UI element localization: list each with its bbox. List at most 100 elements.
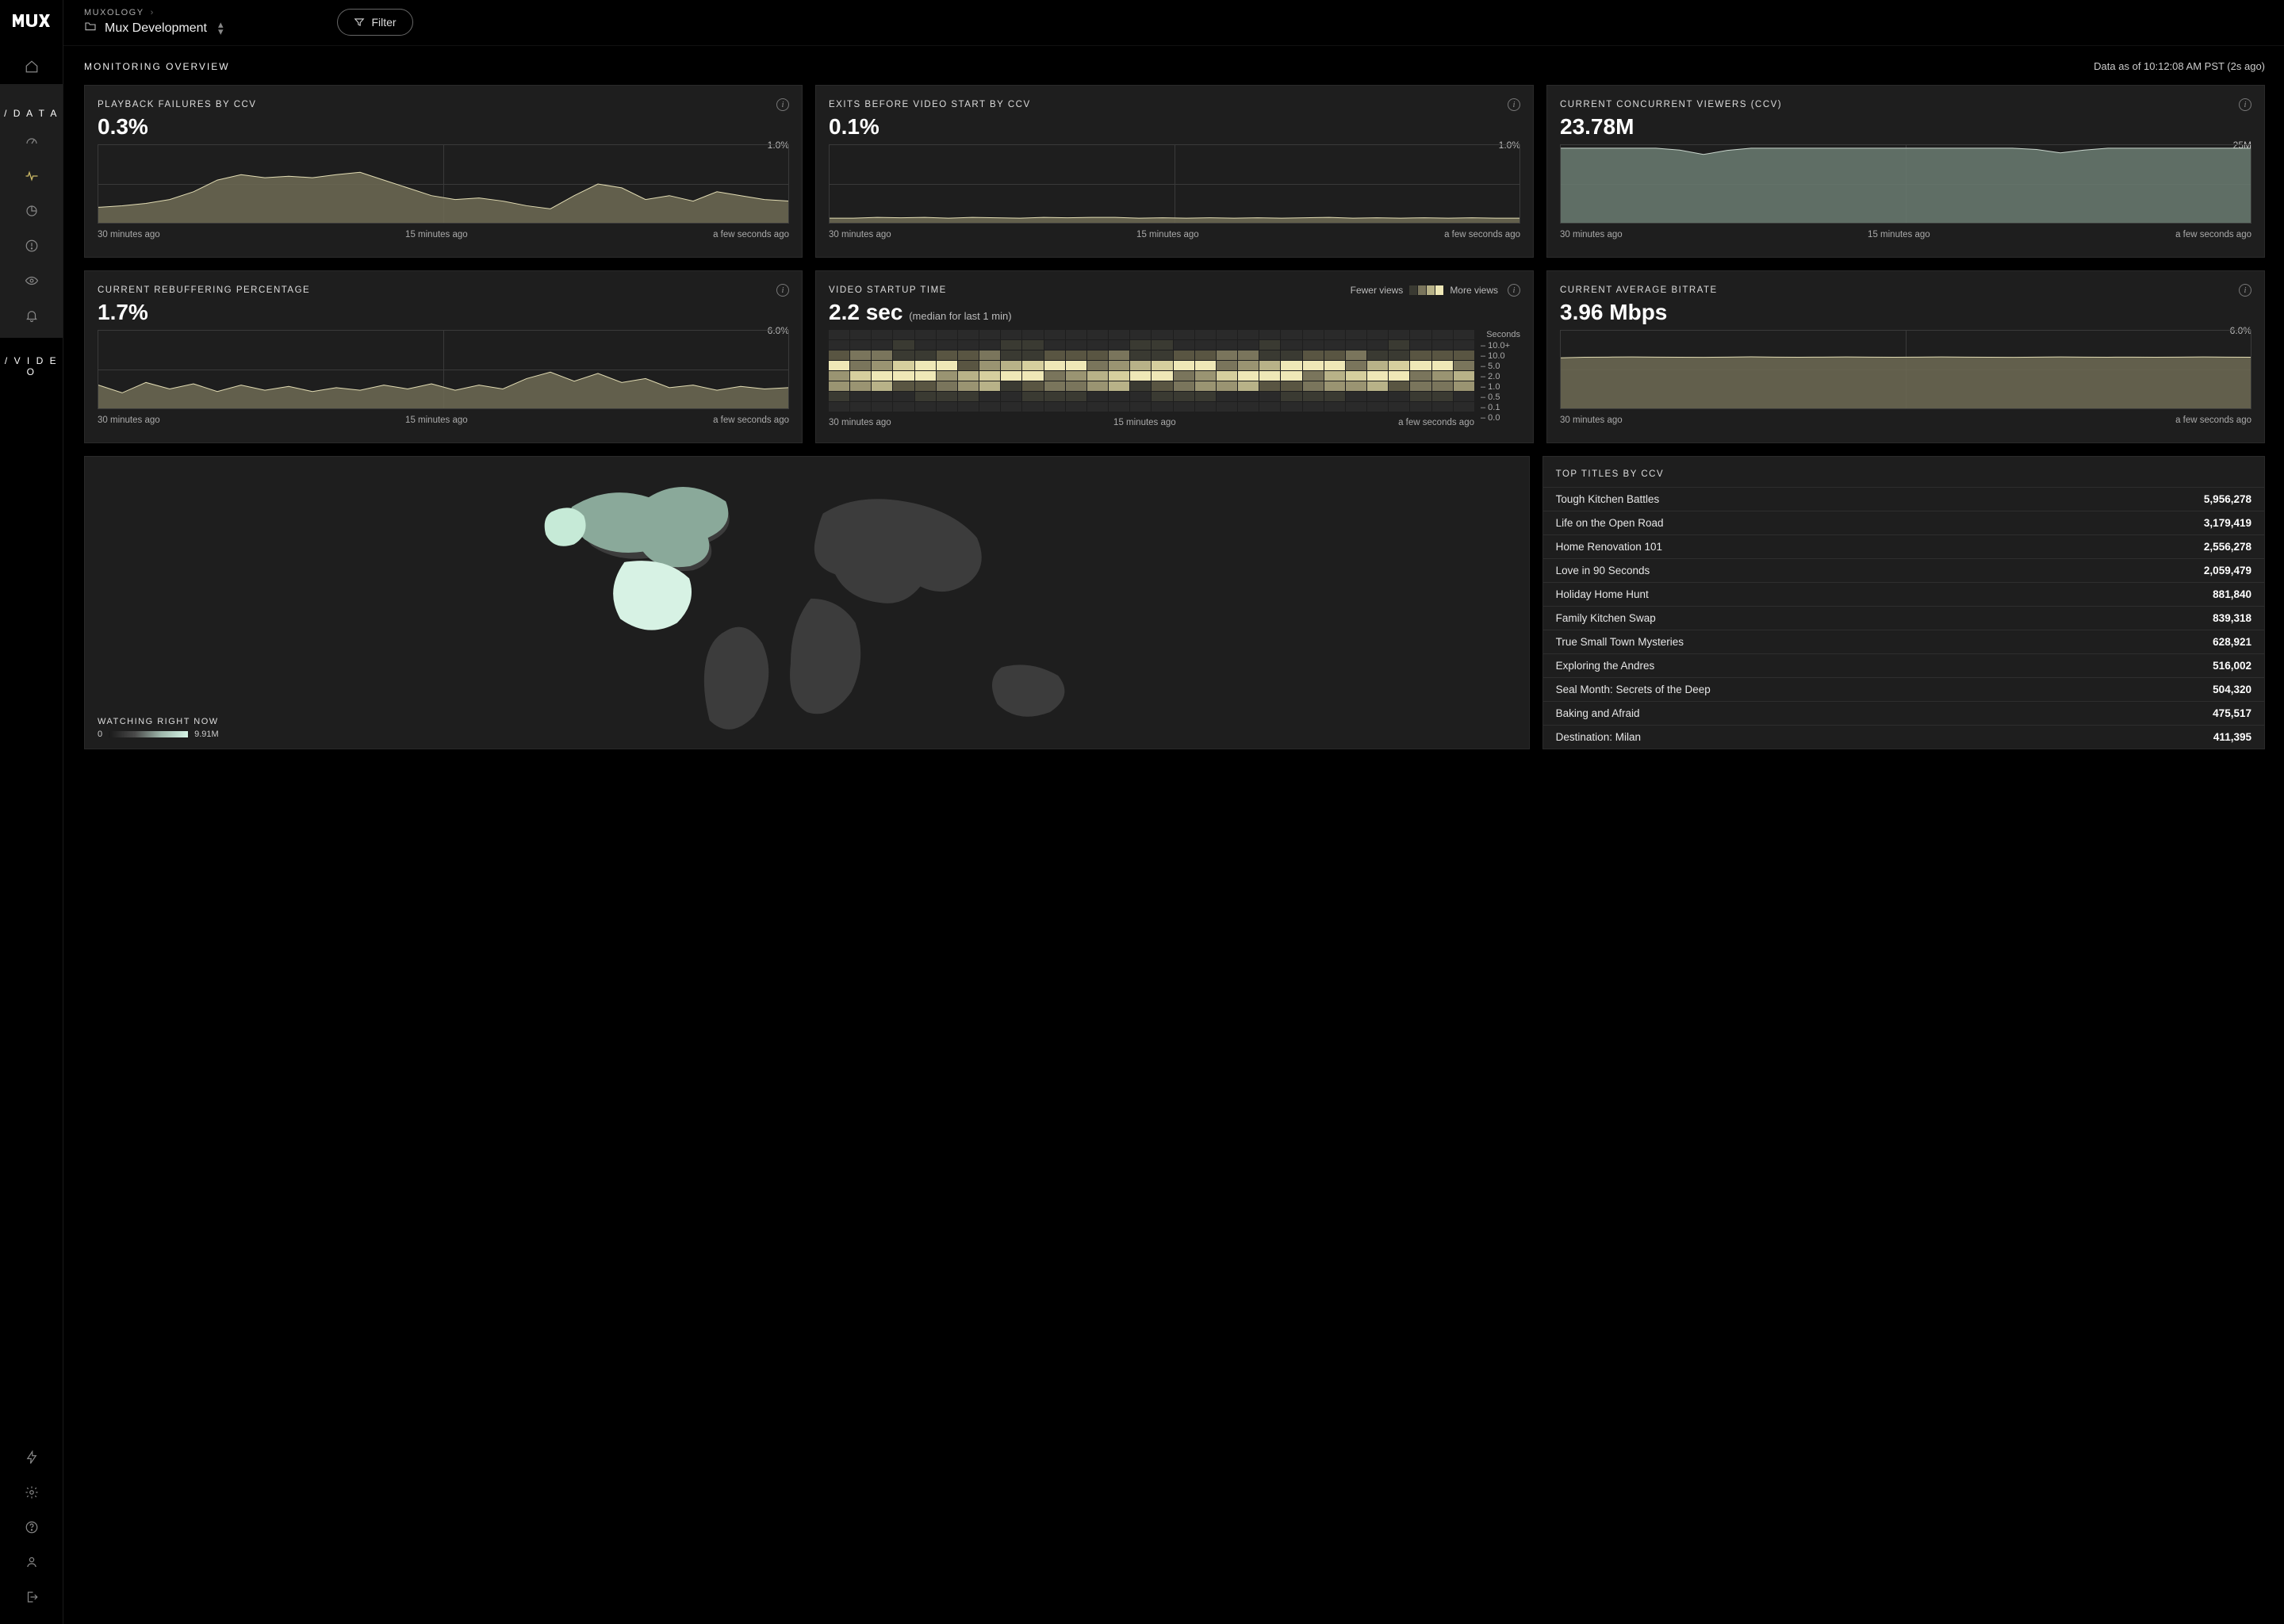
nav-section-video: / V I D E O [0,355,63,377]
sidebar: / D A T A / V I D E O [0,0,63,1624]
filter-label: Filter [371,16,396,29]
title-name: Exploring the Andres [1556,660,1655,672]
title-row[interactable]: Exploring the Andres 516,002 [1543,653,2264,677]
xlabel: 30 minutes ago [1560,416,1623,425]
nav-logout[interactable] [0,1580,63,1614]
title-name: Home Renovation 101 [1556,541,1662,553]
title-count: 2,059,479 [2204,565,2251,576]
title-row[interactable]: Baking and Afraid 475,517 [1543,701,2264,725]
legend-label: Fewer views [1351,285,1404,296]
title-name: Holiday Home Hunt [1556,588,1649,600]
card-value: 0.3% [98,114,789,140]
card-title: VIDEO STARTUP TIME [829,285,947,295]
title-name: Baking and Afraid [1556,707,1640,719]
card-rebuffer[interactable]: CURRENT REBUFFERING PERCENTAGE i 1.7% 6.… [84,270,803,443]
folder-icon [84,21,97,36]
info-icon[interactable]: i [1508,98,1520,111]
card-title: CURRENT CONCURRENT VIEWERS (CCV) [1560,100,1782,109]
nav-views[interactable] [0,263,63,298]
title-name: Destination: Milan [1556,731,1641,743]
title-name: Family Kitchen Swap [1556,612,1656,624]
card-value: 0.1% [829,114,1520,140]
title-count: 5,956,278 [2204,493,2251,505]
xlabel: 15 minutes ago [405,416,468,425]
breadcrumb-org: MUXOLOGY [84,8,144,17]
title-count: 475,517 [2213,707,2251,719]
card-title: CURRENT REBUFFERING PERCENTAGE [98,285,310,295]
heatmap-y-title: Seconds [1481,330,1520,339]
filter-button[interactable]: Filter [337,9,412,36]
title-count: 411,395 [2213,731,2251,743]
breadcrumb[interactable]: MUXOLOGY › [84,8,223,17]
card-value: 2.2 sec (median for last 1 min) [829,300,1520,325]
title-row[interactable]: Holiday Home Hunt 881,840 [1543,582,2264,606]
nav-help[interactable] [0,1510,63,1545]
card-top-titles: TOP TITLES BY CCV Tough Kitchen Battles 5… [1542,456,2265,749]
title-count: 839,318 [2213,612,2251,624]
title-row[interactable]: True Small Town Mysteries628,921 [1543,630,2264,653]
card-ccv[interactable]: CURRENT CONCURRENT VIEWERS (CCV) i 23.78… [1546,85,2265,258]
title-name: Tough Kitchen Battles [1556,493,1660,505]
nav-bell[interactable] [0,298,63,333]
xlabel: 15 minutes ago [405,230,468,239]
nav-monitoring[interactable] [0,159,63,193]
brand-logo [13,14,51,27]
card-world-map[interactable]: WATCHING RIGHT NOW 0 9.91M [84,456,1530,749]
card-playback-failures[interactable]: PLAYBACK FAILURES BY CCV i 0.3% 1.0% 30 … [84,85,803,258]
title-row[interactable]: Love in 90 Seconds 2,059,479 [1543,558,2264,582]
nav-lightning[interactable] [0,1440,63,1475]
heatmap-legend: Fewer views More views i [1351,284,1520,297]
title-count: 881,840 [2213,588,2251,600]
info-icon[interactable]: i [2239,98,2251,111]
nav-settings[interactable] [0,1475,63,1510]
nav-account[interactable] [0,1545,63,1580]
title-count: 3,179,419 [2204,517,2251,529]
chart [829,144,1520,224]
title-count: 516,002 [2213,660,2251,672]
environment-selector[interactable]: Mux Development ▴▾ [84,21,223,36]
nav-alerts-circle[interactable] [0,228,63,263]
card-title: TOP TITLES BY CCV [1556,469,2251,479]
xlabel: 30 minutes ago [1560,230,1623,239]
title-row[interactable]: Life on the Open Road3,179,419 [1543,511,2264,534]
info-icon[interactable]: i [2239,284,2251,297]
page-title: MONITORING OVERVIEW [84,61,230,72]
card-startup-time[interactable]: VIDEO STARTUP TIME Fewer views More view… [815,270,1534,443]
data-asof: Data as of 10:12:08 AM PST (2s ago) [2094,60,2265,72]
environment-name: Mux Development [105,21,207,36]
xlabel: 15 minutes ago [1868,230,1930,239]
card-bitrate[interactable]: CURRENT AVERAGE BITRATE i 3.96 Mbps 6.0%… [1546,270,2265,443]
nav-home[interactable] [0,49,63,84]
card-title: EXITS BEFORE VIDEO START BY CCV [829,100,1031,109]
card-title: PLAYBACK FAILURES BY CCV [98,100,256,109]
map-title: WATCHING RIGHT NOW [98,717,219,726]
card-value: 23.78M [1560,114,2251,140]
updown-icon: ▴▾ [218,21,224,35]
card-exits-before-start[interactable]: EXITS BEFORE VIDEO START BY CCV i 0.1% 1… [815,85,1534,258]
xlabel: a few seconds ago [1398,418,1474,427]
title-row[interactable]: Tough Kitchen Battles 5,956,278 [1543,487,2264,511]
card-value: 3.96 Mbps [1560,300,2251,325]
title-row[interactable]: Destination: Milan 411,395 [1543,725,2264,749]
info-icon[interactable]: i [776,98,789,111]
nav-gauge[interactable] [0,124,63,159]
topbar: MUXOLOGY › Mux Development ▴▾ Filter [63,0,2284,46]
info-icon[interactable]: i [776,284,789,297]
chart [98,144,789,224]
chevron-right-icon: › [151,8,155,17]
xlabel: 15 minutes ago [1113,418,1176,427]
title-row[interactable]: Seal Month: Secrets of the Deep504,320 [1543,677,2264,701]
chart [1560,330,2251,409]
nav-pie[interactable] [0,193,63,228]
title-row[interactable]: Home Renovation 1012,556,278 [1543,534,2264,558]
title-name: Love in 90 Seconds [1556,565,1650,576]
xlabel: a few seconds ago [2175,230,2251,239]
filter-icon [354,17,365,28]
title-count: 628,921 [2213,636,2251,648]
xlabel: 30 minutes ago [98,230,160,239]
title-row[interactable]: Family Kitchen Swap 839,318 [1543,606,2264,630]
nav-section-data: / D A T A [0,108,63,119]
world-map [85,457,1529,749]
info-icon[interactable]: i [1508,284,1520,297]
map-scale: 0 9.91M [98,730,219,739]
